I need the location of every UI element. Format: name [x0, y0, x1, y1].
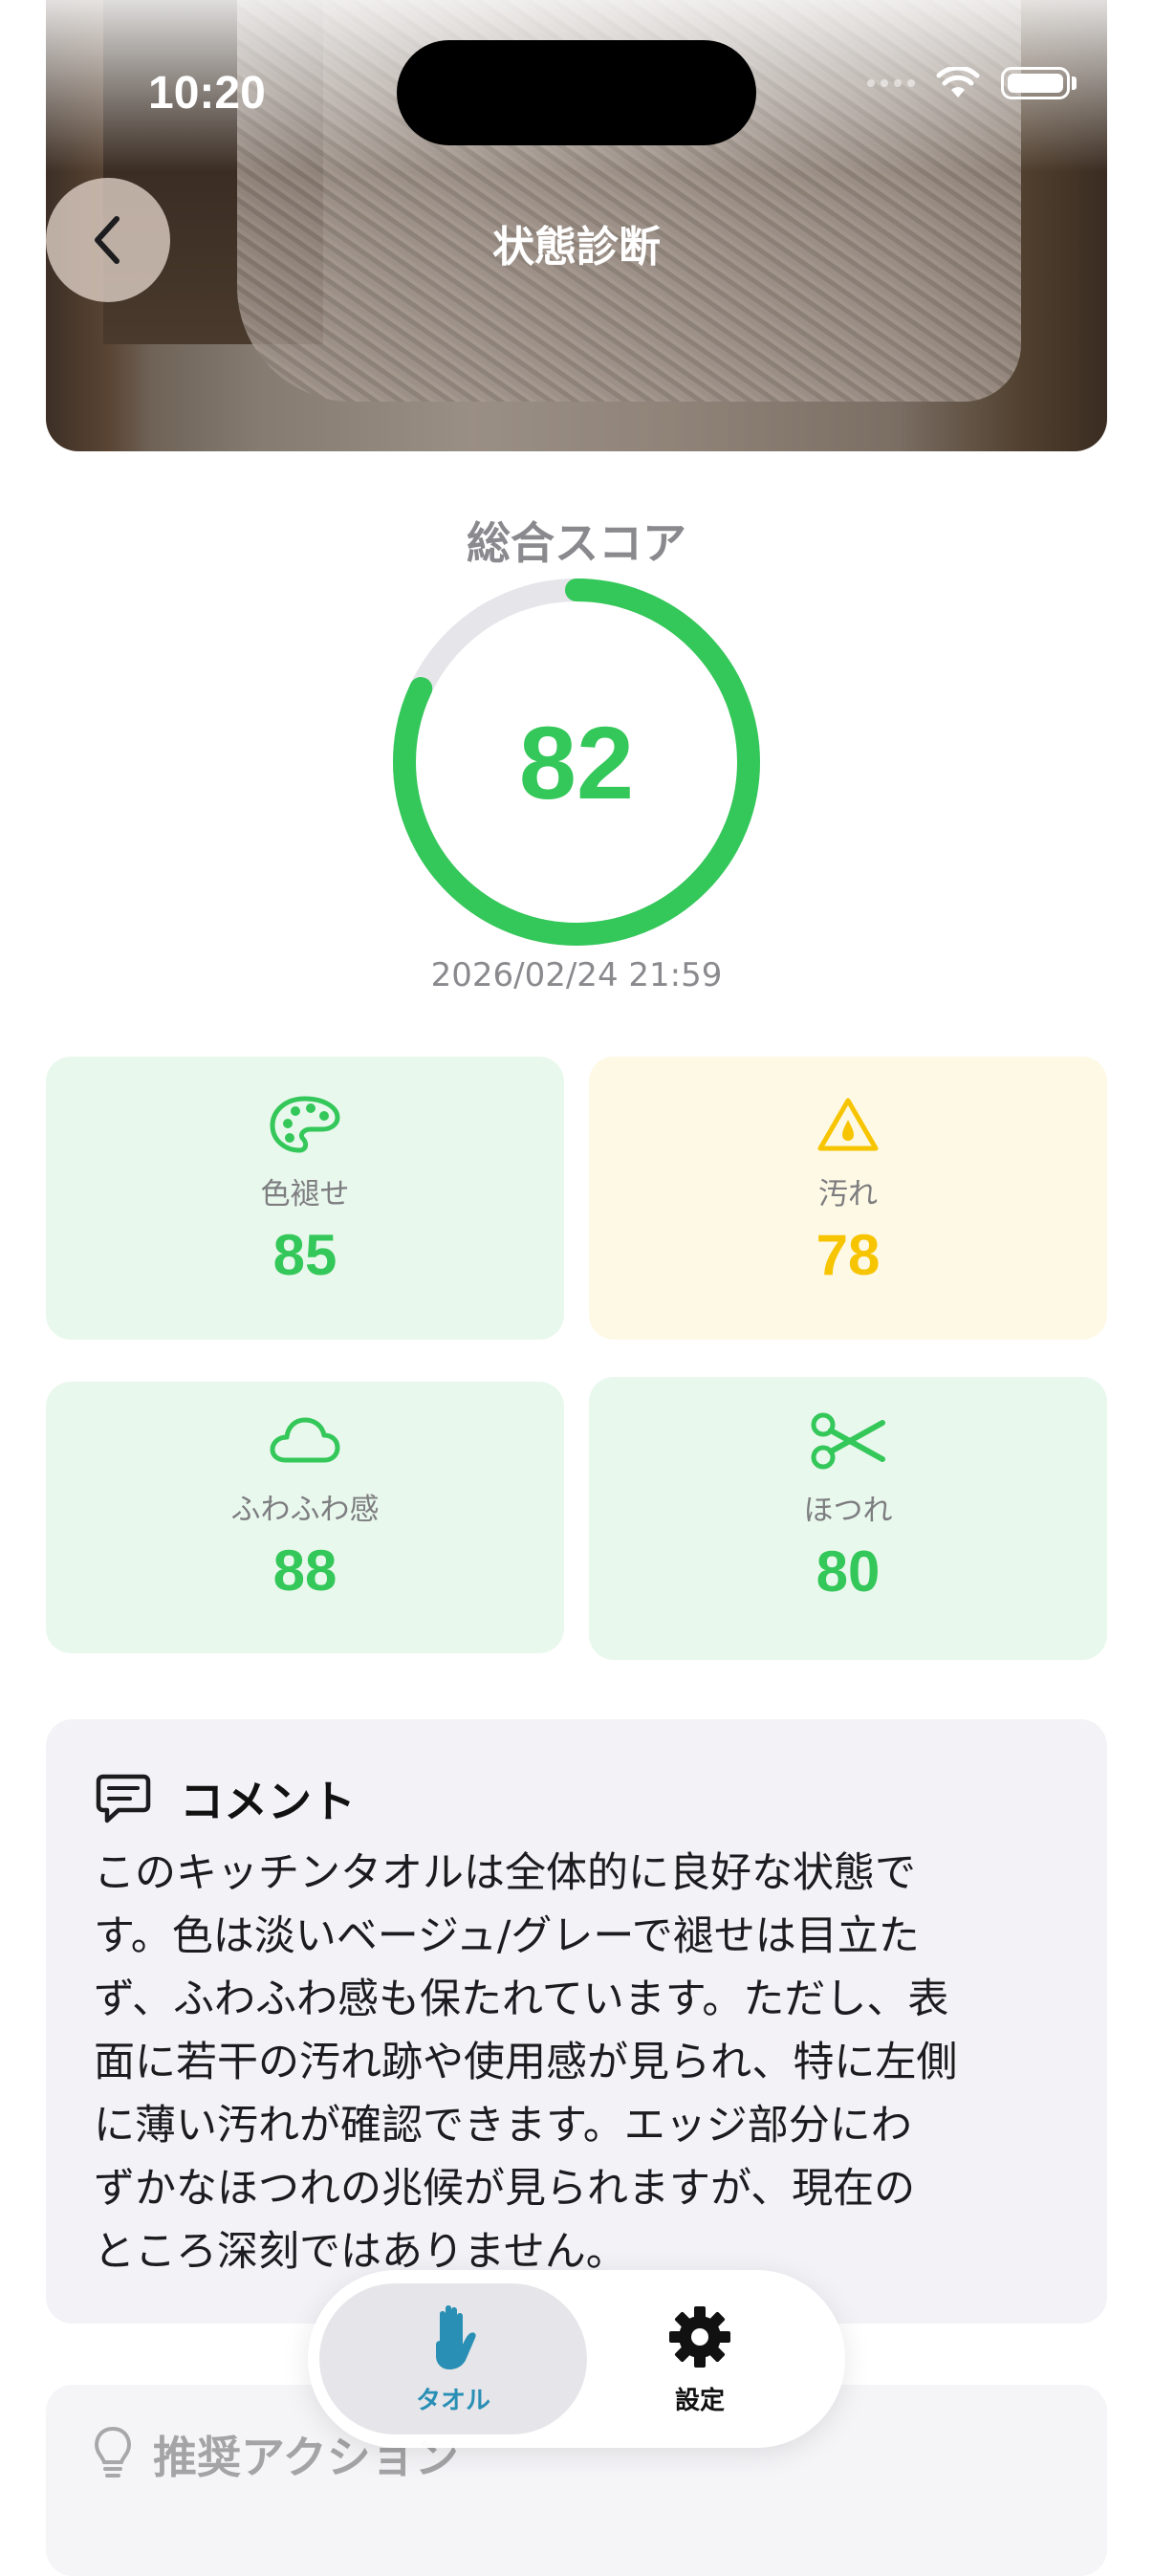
overall-score-label: 総合スコア — [467, 517, 686, 569]
tab-settings[interactable]: 設定 — [566, 2283, 834, 2434]
signal-icon — [867, 79, 915, 87]
metric-card-fading[interactable]: 色褪せ 85 — [46, 1057, 564, 1340]
tab-label: タオル — [415, 2386, 490, 2415]
metric-label: ふわふわ感 — [230, 1493, 380, 1527]
comment-line: このキッチンタオルは全体的に良好な状態で — [94, 1849, 916, 1897]
metric-value: 80 — [816, 1539, 881, 1604]
comment-icon — [96, 1774, 151, 1823]
comment-card: コメント このキッチンタオルは全体的に良好な状態で す。色は淡いベージュ/グレー… — [46, 1719, 1107, 2324]
metric-card-stain[interactable]: 汚れ 78 — [589, 1057, 1107, 1340]
metric-label: 色褪せ — [260, 1177, 350, 1212]
metric-value: 88 — [272, 1539, 337, 1603]
page-title: 状態診断 — [492, 223, 661, 272]
dynamic-island — [397, 40, 756, 145]
metric-value: 78 — [816, 1223, 881, 1287]
battery-icon — [1001, 67, 1070, 99]
tab-label: 設定 — [674, 2386, 725, 2415]
metric-card-fraying[interactable]: ほつれ 80 — [589, 1377, 1107, 1660]
metric-value: 85 — [272, 1223, 337, 1287]
gear-icon — [669, 2305, 730, 2368]
comment-line: す。色は淡いベージュ/グレーで褪せは目立た — [94, 1912, 920, 1960]
tab-bar: タオル 設定 — [308, 2270, 845, 2448]
drop-warning-icon — [816, 1093, 880, 1156]
battery-tip — [1072, 76, 1077, 90]
lightbulb-icon — [94, 2426, 132, 2478]
comment-title: コメント — [180, 1776, 356, 1827]
tab-towel[interactable]: タオル — [319, 2283, 587, 2434]
comment-line: ず、ふわふわ感も保たれています。ただし、表 — [94, 1976, 949, 2023]
status-icons — [867, 67, 1077, 99]
comment-line: 面に若干の汚れ跡や使用感が見られ、特に左側 — [94, 2039, 958, 2086]
metric-label: ほつれ — [803, 1494, 893, 1528]
diagnosis-timestamp: 2026/02/24 21:59 — [430, 956, 723, 994]
status-time: 10:20 — [148, 68, 266, 119]
overall-score-value: 82 — [518, 704, 635, 820]
comment-line: ずかなほつれの兆候が見られますが、現在の — [94, 2165, 916, 2213]
comment-text: このキッチンタオルは全体的に良好な状態で す。色は淡いベージュ/グレーで褪せは目… — [94, 1842, 1069, 2283]
comment-header: コメント — [96, 1767, 356, 1830]
scissors-icon — [810, 1409, 886, 1473]
wifi-icon — [936, 67, 980, 98]
comment-line: に薄い汚れが確認できます。エッジ部分にわ — [94, 2102, 912, 2150]
palette-icon — [269, 1093, 341, 1156]
metric-card-fluffiness[interactable]: ふわふわ感 88 — [46, 1382, 564, 1653]
cloud-icon — [269, 1408, 341, 1472]
metric-label: 汚れ — [818, 1177, 878, 1212]
hand-icon — [436, 2304, 476, 2369]
